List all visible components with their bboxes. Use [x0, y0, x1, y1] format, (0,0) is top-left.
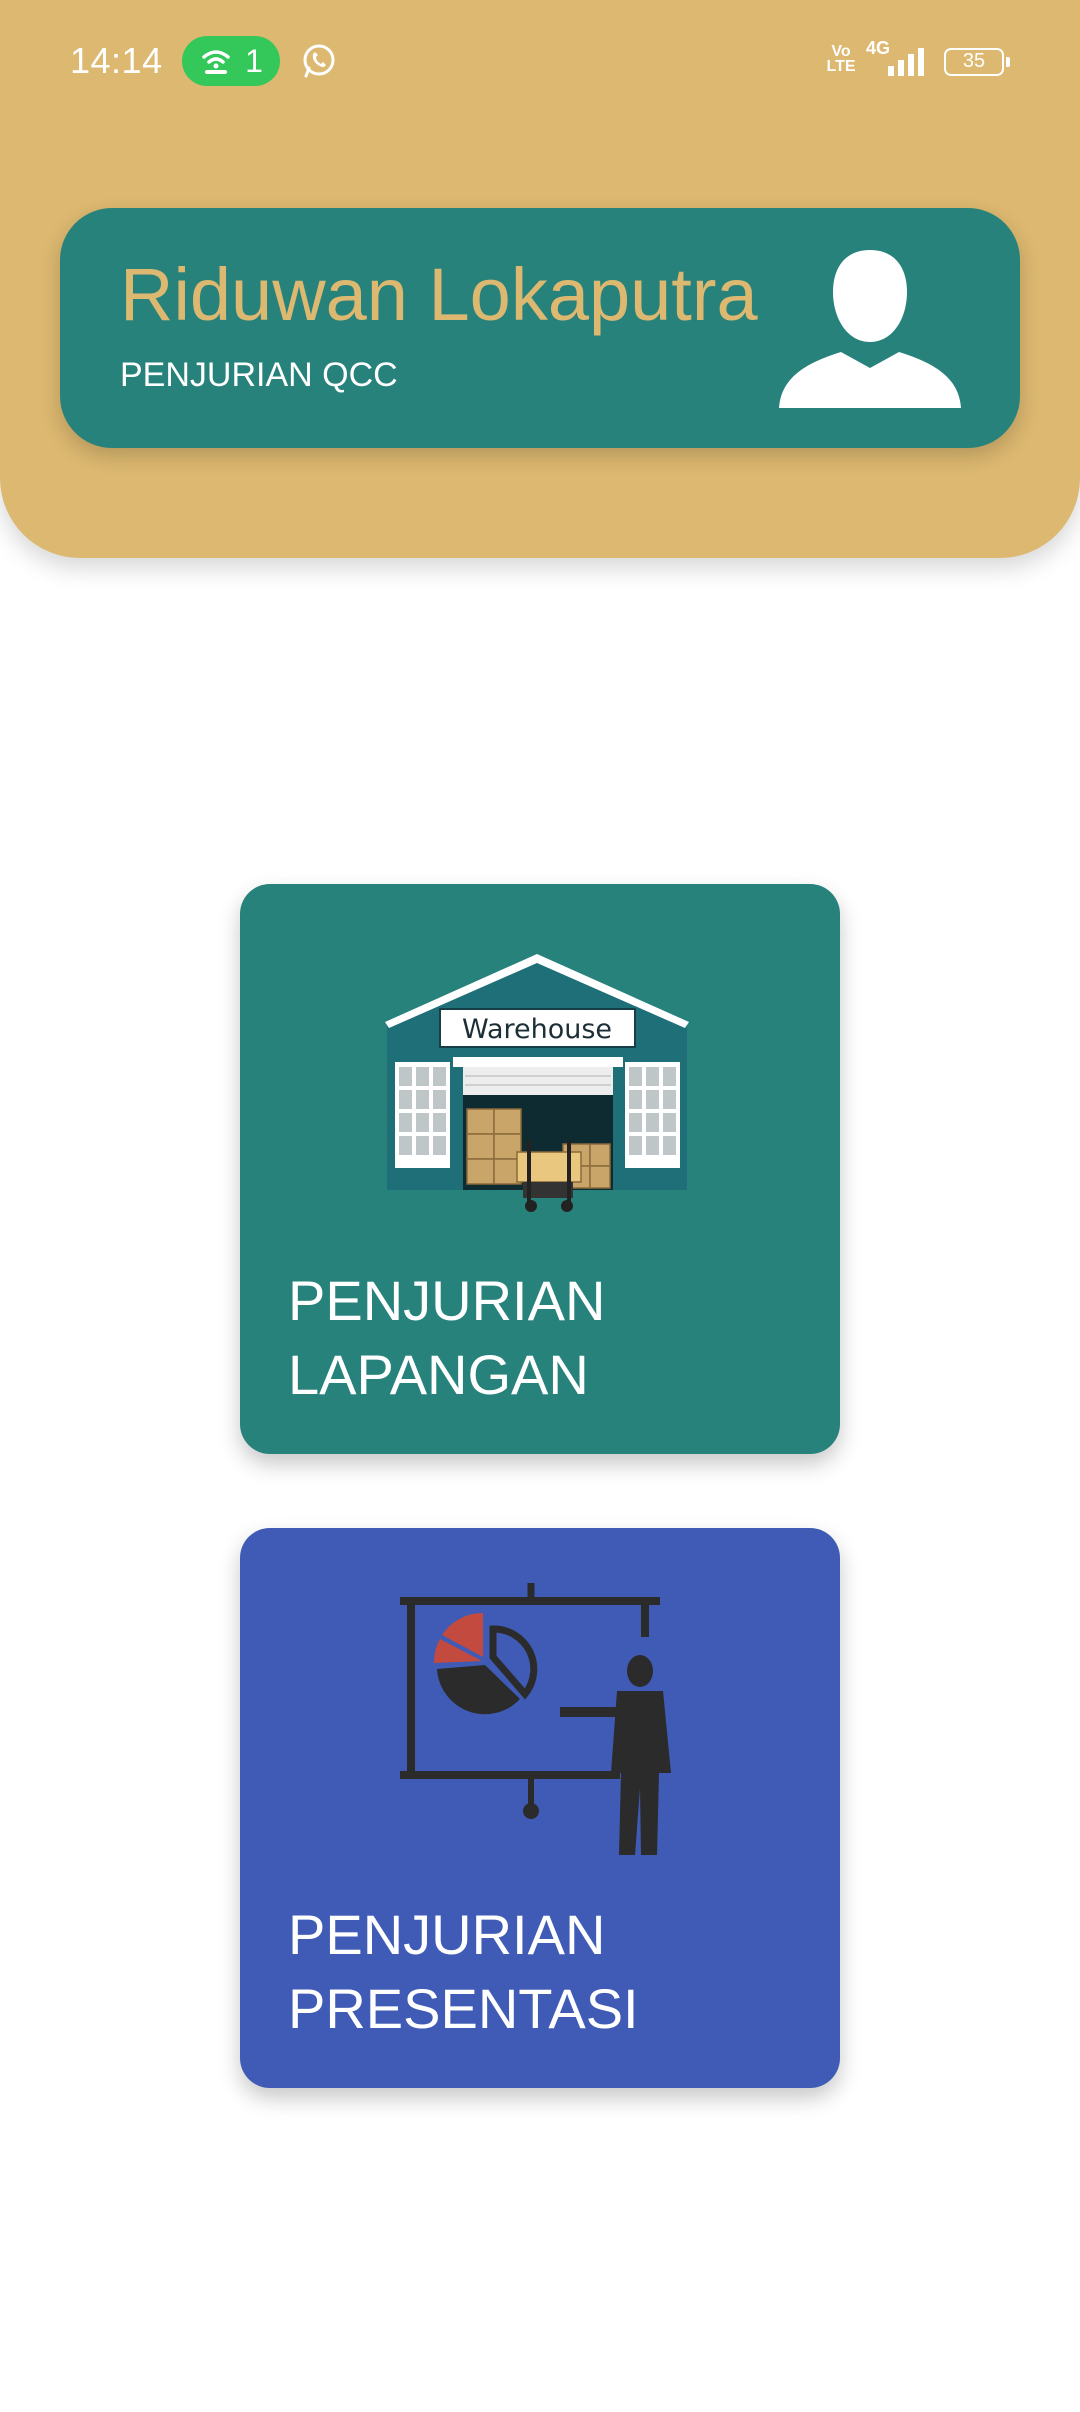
- status-time: 14:14: [70, 40, 163, 81]
- hotspot-icon: [202, 50, 230, 74]
- profile-name: Riduwan Lokaputra: [120, 253, 758, 336]
- warehouse-sign: Warehouse: [462, 1014, 612, 1045]
- whatsapp-icon: [303, 44, 335, 78]
- presentation-judging-label: PENJURIAN PRESENTASI: [288, 1903, 639, 2040]
- field-judging-card[interactable]: Warehouse PENJURIAN LAPANGAN: [240, 884, 840, 1454]
- profile-card: Riduwan Lokaputra PENJURIAN QCC: [60, 208, 1020, 448]
- signal-icon: [888, 48, 924, 76]
- presentation-icon: [400, 1583, 671, 1855]
- warehouse-icon: Warehouse: [385, 954, 689, 1212]
- volte-indicator: Vo LTE: [826, 43, 856, 75]
- field-judging-label: PENJURIAN LAPANGAN: [288, 1269, 606, 1406]
- battery-icon: 35: [944, 48, 1010, 76]
- presentation-judging-card[interactable]: PENJURIAN PRESENTASI: [240, 1528, 840, 2088]
- hotspot-indicator[interactable]: 1: [182, 36, 280, 86]
- header-panel: 14:14 1 Vo LTE 4G 35 Riduwan Lokaputra P…: [0, 0, 1080, 558]
- hotspot-count: 1: [245, 42, 263, 79]
- status-bar: 14:14 1 Vo LTE 4G 35: [0, 0, 1080, 125]
- user-avatar-icon: [779, 250, 961, 408]
- profile-role: PENJURIAN QCC: [120, 356, 398, 394]
